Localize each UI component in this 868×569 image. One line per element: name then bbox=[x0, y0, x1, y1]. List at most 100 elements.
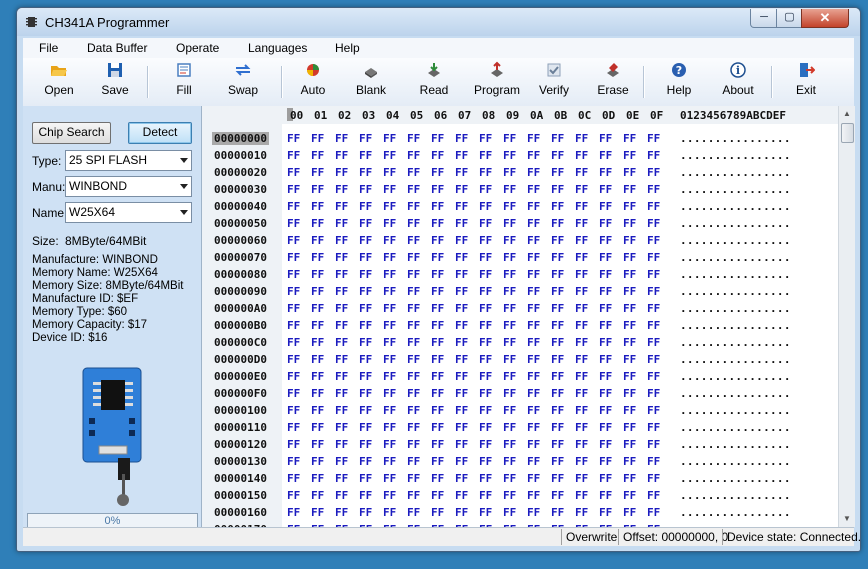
hex-byte[interactable]: FF bbox=[623, 489, 636, 502]
detect-button[interactable]: Detect bbox=[128, 122, 192, 144]
hex-byte[interactable]: FF bbox=[599, 421, 612, 434]
hex-byte[interactable]: FF bbox=[383, 319, 396, 332]
hex-byte[interactable]: FF bbox=[527, 234, 540, 247]
minimize-button[interactable]: ─ bbox=[750, 9, 778, 28]
hex-byte[interactable]: FF bbox=[647, 251, 660, 264]
hex-byte[interactable]: FF bbox=[335, 472, 348, 485]
hex-row[interactable]: 000000B0 FF FF FF FF FF FF FF FF FF FF FF FF FF FF FF FF… bbox=[202, 317, 838, 334]
hex-byte[interactable]: FF bbox=[335, 149, 348, 162]
hex-byte[interactable]: FF bbox=[623, 166, 636, 179]
hex-byte[interactable]: FF bbox=[503, 506, 516, 519]
hex-byte[interactable]: FF bbox=[455, 489, 468, 502]
hex-byte[interactable]: FF bbox=[431, 489, 444, 502]
hex-byte[interactable]: FF bbox=[575, 370, 588, 383]
hex-byte[interactable]: FF bbox=[407, 217, 420, 230]
hex-byte[interactable]: FF bbox=[551, 387, 564, 400]
hex-byte[interactable]: FF bbox=[623, 302, 636, 315]
hex-byte[interactable]: FF bbox=[503, 251, 516, 264]
hex-byte[interactable]: FF bbox=[311, 421, 324, 434]
hex-byte[interactable]: FF bbox=[335, 200, 348, 213]
hex-byte[interactable]: FF bbox=[359, 438, 372, 451]
close-button[interactable]: ✕ bbox=[801, 9, 849, 28]
hex-byte[interactable]: FF bbox=[311, 183, 324, 196]
hex-byte[interactable]: FF bbox=[551, 404, 564, 417]
hex-byte[interactable]: FF bbox=[479, 251, 492, 264]
hex-byte[interactable]: FF bbox=[383, 489, 396, 502]
hex-byte[interactable]: FF bbox=[599, 353, 612, 366]
hex-byte[interactable]: FF bbox=[479, 370, 492, 383]
hex-byte[interactable]: FF bbox=[431, 285, 444, 298]
hex-byte[interactable]: FF bbox=[383, 251, 396, 264]
hex-byte[interactable]: FF bbox=[575, 132, 588, 145]
hex-byte[interactable]: FF bbox=[551, 302, 564, 315]
hex-row[interactable]: 00000060 FF FF FF FF FF FF FF FF FF FF FF FF FF FF FF FF… bbox=[202, 232, 838, 249]
hex-byte[interactable]: FF bbox=[527, 387, 540, 400]
hex-byte[interactable]: FF bbox=[287, 149, 300, 162]
hex-byte[interactable]: FF bbox=[479, 489, 492, 502]
hex-byte[interactable]: FF bbox=[431, 234, 444, 247]
hex-byte[interactable]: FF bbox=[359, 421, 372, 434]
hex-byte[interactable]: FF bbox=[647, 285, 660, 298]
hex-byte[interactable]: FF bbox=[455, 421, 468, 434]
hex-byte[interactable]: FF bbox=[479, 234, 492, 247]
hex-byte[interactable]: FF bbox=[623, 149, 636, 162]
hex-byte[interactable]: FF bbox=[455, 472, 468, 485]
hex-byte[interactable]: FF bbox=[551, 149, 564, 162]
hex-byte[interactable]: FF bbox=[311, 285, 324, 298]
hex-byte[interactable]: FF bbox=[575, 217, 588, 230]
hex-byte[interactable]: FF bbox=[623, 217, 636, 230]
hex-byte[interactable]: FF bbox=[359, 132, 372, 145]
hex-byte[interactable]: FF bbox=[647, 319, 660, 332]
hex-byte[interactable]: FF bbox=[503, 132, 516, 145]
type-select[interactable]: 25 SPI FLASH bbox=[65, 150, 192, 171]
hex-byte[interactable]: FF bbox=[575, 234, 588, 247]
hex-byte[interactable]: FF bbox=[551, 370, 564, 383]
name-select[interactable]: W25X64 bbox=[65, 202, 192, 223]
hex-byte[interactable]: FF bbox=[479, 183, 492, 196]
hex-byte[interactable]: FF bbox=[527, 506, 540, 519]
hex-byte[interactable]: FF bbox=[359, 336, 372, 349]
hex-byte[interactable]: FF bbox=[311, 166, 324, 179]
hex-byte[interactable]: FF bbox=[335, 217, 348, 230]
hex-byte[interactable]: FF bbox=[599, 489, 612, 502]
hex-byte[interactable]: FF bbox=[527, 438, 540, 451]
hex-byte[interactable]: FF bbox=[527, 132, 540, 145]
hex-byte[interactable]: FF bbox=[359, 489, 372, 502]
hex-byte[interactable]: FF bbox=[503, 438, 516, 451]
hex-byte[interactable]: FF bbox=[359, 149, 372, 162]
help-button[interactable]: ? Help bbox=[659, 61, 699, 105]
hex-byte[interactable]: FF bbox=[551, 268, 564, 281]
hex-byte[interactable]: FF bbox=[335, 506, 348, 519]
hex-row[interactable]: 00000130 FF FF FF FF FF FF FF FF FF FF FF FF FF FF FF FF… bbox=[202, 453, 838, 470]
hex-byte[interactable]: FF bbox=[623, 132, 636, 145]
hex-row[interactable]: 00000120 FF FF FF FF FF FF FF FF FF FF FF FF FF FF FF FF… bbox=[202, 436, 838, 453]
hex-byte[interactable]: FF bbox=[575, 472, 588, 485]
hex-byte[interactable]: FF bbox=[599, 183, 612, 196]
hex-byte[interactable]: FF bbox=[575, 319, 588, 332]
hex-byte[interactable]: FF bbox=[455, 166, 468, 179]
hex-byte[interactable]: FF bbox=[647, 132, 660, 145]
hex-byte[interactable]: FF bbox=[311, 319, 324, 332]
hex-byte[interactable]: FF bbox=[479, 132, 492, 145]
hex-byte[interactable]: FF bbox=[455, 319, 468, 332]
hex-byte[interactable]: FF bbox=[407, 472, 420, 485]
hex-byte[interactable]: FF bbox=[623, 353, 636, 366]
hex-byte[interactable]: FF bbox=[431, 132, 444, 145]
hex-byte[interactable]: FF bbox=[551, 132, 564, 145]
hex-byte[interactable]: FF bbox=[647, 489, 660, 502]
hex-row[interactable]: 00000080 FF FF FF FF FF FF FF FF FF FF FF FF FF FF FF FF… bbox=[202, 266, 838, 283]
hex-byte[interactable]: FF bbox=[455, 455, 468, 468]
hex-byte[interactable]: FF bbox=[551, 472, 564, 485]
hex-byte[interactable]: FF bbox=[407, 506, 420, 519]
hex-byte[interactable]: FF bbox=[599, 166, 612, 179]
hex-byte[interactable]: FF bbox=[599, 285, 612, 298]
hex-byte[interactable]: FF bbox=[335, 132, 348, 145]
hex-byte[interactable]: FF bbox=[359, 183, 372, 196]
hex-byte[interactable]: FF bbox=[575, 268, 588, 281]
hex-byte[interactable]: FF bbox=[431, 268, 444, 281]
hex-byte[interactable]: FF bbox=[407, 336, 420, 349]
hex-byte[interactable]: FF bbox=[335, 421, 348, 434]
hex-byte[interactable]: FF bbox=[359, 268, 372, 281]
title-bar[interactable]: CH341A Programmer ─ ▢ ✕ bbox=[17, 8, 860, 36]
scroll-up-icon[interactable]: ▲ bbox=[839, 106, 855, 122]
